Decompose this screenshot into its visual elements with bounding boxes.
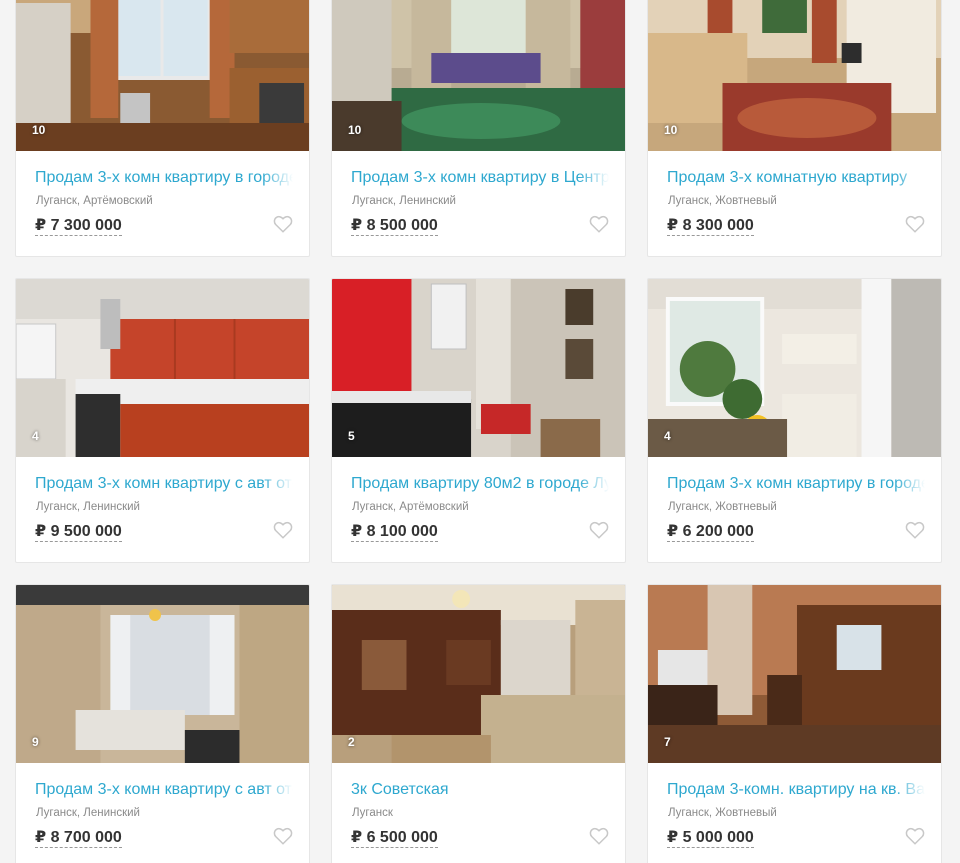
photo-count-badge: 7 [664, 735, 671, 749]
listing-location: Луганск, Жовтневый [668, 807, 777, 819]
listing-card[interactable]: 10 Продам 3-х комн квартиру в Центре Луг… [331, 0, 626, 257]
listing-price: ₽ 6 500 000 [351, 829, 438, 848]
listing-title[interactable]: Продам 3-х комн квартиру с авт отопление… [35, 780, 293, 800]
listing-location: Луганск, Жовтневый [668, 195, 777, 207]
favorite-heart-icon[interactable] [273, 521, 293, 539]
favorite-heart-icon[interactable] [905, 521, 925, 539]
favorite-heart-icon[interactable] [589, 215, 609, 233]
favorite-heart-icon[interactable] [589, 827, 609, 845]
listing-location: Луганск, Ленинский [36, 807, 140, 819]
listing-price: ₽ 8 300 000 [667, 217, 754, 236]
favorite-heart-icon[interactable] [273, 215, 293, 233]
listing-price: ₽ 6 200 000 [667, 523, 754, 542]
listing-card[interactable]: 10 Продам 3-х комн квартиру в городе Луг… [15, 0, 310, 257]
listing-photo[interactable]: 4 [16, 279, 309, 457]
listing-photo[interactable]: 7 [648, 585, 941, 763]
listing-photo[interactable]: 10 [332, 0, 625, 151]
listing-title[interactable]: Продам 3-х комнатную квартиру [667, 168, 925, 188]
favorite-heart-icon[interactable] [589, 521, 609, 539]
photo-count-badge: 10 [32, 123, 46, 137]
listing-photo[interactable]: 4 [648, 279, 941, 457]
listing-location: Луганск, Жовтневый [668, 501, 777, 513]
photo-count-badge: 4 [32, 429, 39, 443]
photo-count-badge: 4 [664, 429, 671, 443]
listing-photo[interactable]: 2 [332, 585, 625, 763]
listing-location: Луганск, Артёмовский [352, 501, 469, 513]
favorite-heart-icon[interactable] [905, 215, 925, 233]
listing-price: ₽ 9 500 000 [35, 523, 122, 542]
listing-location: Луганск, Артёмовский [36, 195, 153, 207]
listing-title[interactable]: Продам 3-х комн квартиру в Центре [351, 168, 609, 188]
listing-price: ₽ 8 100 000 [351, 523, 438, 542]
listing-price: ₽ 5 000 000 [667, 829, 754, 848]
listing-location: Луганск, Ленинский [352, 195, 456, 207]
listing-card[interactable]: 7 Продам 3-комн. квартиру на кв. Ватутин… [647, 584, 942, 863]
listing-title[interactable]: Продам квартиру 80м2 в городе Луганске [351, 474, 609, 494]
photo-count-badge: 5 [348, 429, 355, 443]
photo-count-badge: 9 [32, 735, 39, 749]
listing-card[interactable]: 4 Продам 3-х комн квартиру в городе Луга… [647, 278, 942, 563]
listing-title[interactable]: Продам 3-х комн квартиру с авт отопление… [35, 474, 293, 494]
listing-title[interactable]: Продам 3-комн. квартиру на кв. Ватутина [667, 780, 925, 800]
listing-card[interactable]: 10 Продам 3-х комнатную квартиру Луганск… [647, 0, 942, 257]
listing-photo[interactable]: 9 [16, 585, 309, 763]
favorite-heart-icon[interactable] [905, 827, 925, 845]
listing-photo[interactable]: 10 [16, 0, 309, 151]
listing-price: ₽ 7 300 000 [35, 217, 122, 236]
photo-count-badge: 10 [664, 123, 678, 137]
listing-card[interactable]: 9 Продам 3-х комн квартиру с авт отоплен… [15, 584, 310, 863]
photo-count-badge: 2 [348, 735, 355, 749]
listing-price: ₽ 8 700 000 [35, 829, 122, 848]
listing-title[interactable]: Продам 3-х комн квартиру в городе [35, 168, 293, 188]
favorite-heart-icon[interactable] [273, 827, 293, 845]
listing-price: ₽ 8 500 000 [351, 217, 438, 236]
listing-card[interactable]: 4 Продам 3-х комн квартиру с авт отоплен… [15, 278, 310, 563]
listing-title[interactable]: Продам 3-х комн квартиру в городе [667, 474, 925, 494]
listing-card[interactable]: 2 3к Советская Луганск ₽ 6 500 000 [331, 584, 626, 863]
listing-photo[interactable]: 10 [648, 0, 941, 151]
listing-location: Луганск [352, 807, 393, 819]
photo-count-badge: 10 [348, 123, 362, 137]
listing-title[interactable]: 3к Советская [351, 780, 609, 800]
listing-photo[interactable]: 5 [332, 279, 625, 457]
listing-location: Луганск, Ленинский [36, 501, 140, 513]
listing-card[interactable]: 5 Продам квартиру 80м2 в городе Луганске… [331, 278, 626, 563]
listings-grid: 10 Продам 3-х комн квартиру в городе Луг… [0, 0, 960, 863]
